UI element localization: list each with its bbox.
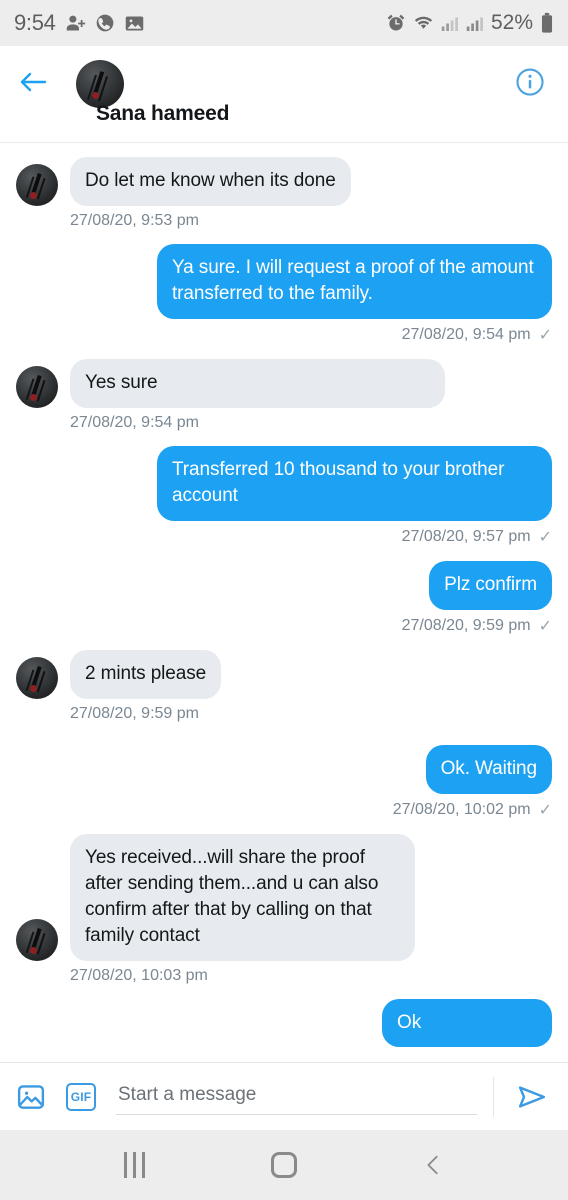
message-row-outgoing-partial: Ok	[16, 999, 552, 1047]
message-bubble[interactable]: Transferred 10 thousand to your brother …	[157, 446, 552, 521]
avatar[interactable]	[16, 657, 58, 699]
message-thread[interactable]: Do let me know when its done 27/08/20, 9…	[0, 143, 568, 1062]
avatar[interactable]	[16, 919, 58, 961]
conversation-info-button[interactable]	[510, 60, 550, 104]
delivery-check-icon: ✓	[538, 327, 552, 344]
timestamp-text: 27/08/20, 9:54 pm	[70, 414, 199, 431]
avatar-accent	[91, 91, 99, 99]
message-bubble[interactable]: Ok	[382, 999, 552, 1047]
composer-divider	[493, 1076, 494, 1117]
message-bubble[interactable]: Do let me know when its done	[70, 157, 351, 206]
avatar-image	[16, 164, 58, 206]
message-timestamp: 27/08/20, 9:59 pm ✓	[16, 616, 552, 636]
message-row-outgoing: Plz confirm	[16, 561, 552, 610]
message-row-incoming: Yes received...will share the proof afte…	[16, 834, 552, 961]
phone-screen: 9:54 52% Sana hameed Do let me know when…	[0, 0, 568, 1200]
message-row-incoming: Do let me know when its done	[16, 157, 552, 206]
message-timestamp: 27/08/20, 9:54 pm	[70, 414, 552, 432]
avatar-accent	[29, 684, 37, 692]
conversation-header: Sana hameed	[0, 46, 568, 143]
send-icon	[518, 1085, 546, 1108]
avatar-accent	[29, 191, 37, 199]
signal-icon	[441, 14, 459, 33]
add-contact-icon	[65, 13, 86, 34]
header-avatar[interactable]	[76, 60, 124, 108]
timestamp-text: 27/08/20, 9:57 pm	[401, 528, 531, 545]
nav-back-button[interactable]	[405, 1137, 461, 1193]
back-arrow-icon	[20, 72, 47, 92]
message-timestamp: 27/08/20, 9:57 pm ✓	[16, 527, 552, 547]
avatar-image	[16, 366, 58, 408]
timestamp-text: 27/08/20, 9:59 pm	[70, 705, 199, 722]
recents-button[interactable]	[107, 1137, 163, 1193]
status-bar-left: 9:54	[14, 10, 145, 36]
avatar-image	[16, 657, 58, 699]
message-composer: GIF	[0, 1062, 568, 1130]
phone-clock-icon	[95, 13, 115, 33]
message-row-outgoing: Ok. Waiting	[16, 745, 552, 794]
photo-icon	[17, 1084, 45, 1109]
message-bubble[interactable]: Ok. Waiting	[425, 745, 552, 794]
signal-icon	[466, 14, 484, 33]
delivery-check-icon: ✓	[538, 529, 552, 546]
timestamp-text: 27/08/20, 10:03 pm	[70, 967, 208, 984]
timestamp-text: 27/08/20, 9:59 pm	[401, 617, 531, 634]
status-time: 9:54	[14, 10, 56, 35]
message-bubble[interactable]: Yes received...will share the proof afte…	[70, 834, 415, 961]
battery-percent: 52%	[490, 11, 533, 34]
add-photo-button[interactable]	[14, 1080, 48, 1114]
message-timestamp: 27/08/20, 9:53 pm	[70, 212, 552, 230]
avatar-image	[76, 60, 124, 108]
recents-icon	[124, 1152, 146, 1178]
delivery-check-icon: ✓	[538, 802, 552, 819]
avatar-accent	[29, 393, 37, 401]
avatar-image	[16, 919, 58, 961]
message-row-incoming: 2 mints please	[16, 650, 552, 699]
message-bubble[interactable]: Ya sure. I will request a proof of the a…	[157, 244, 552, 319]
wifi-icon	[413, 13, 434, 33]
avatar[interactable]	[16, 164, 58, 206]
message-row-incoming: Yes sure	[16, 359, 552, 408]
contact-name: Sana hameed	[96, 102, 230, 125]
avatar-accent	[29, 946, 37, 954]
status-bar: 9:54 52%	[0, 0, 568, 46]
timestamp-text: 27/08/20, 9:54 pm	[401, 326, 531, 343]
timestamp-text: 27/08/20, 10:02 pm	[392, 801, 531, 818]
message-bubble[interactable]: 2 mints please	[70, 650, 222, 699]
image-icon	[124, 13, 145, 34]
message-input[interactable]	[116, 1078, 477, 1115]
message-row-outgoing: Ya sure. I will request a proof of the a…	[16, 244, 552, 319]
info-icon	[516, 68, 544, 96]
alarm-icon	[386, 13, 406, 33]
message-timestamp: 27/08/20, 9:54 pm ✓	[16, 325, 552, 345]
message-bubble[interactable]: Plz confirm	[429, 561, 552, 610]
chevron-left-icon	[427, 1155, 438, 1175]
gif-button[interactable]: GIF	[64, 1080, 98, 1114]
timestamp-text: 27/08/20, 9:53 pm	[70, 212, 199, 229]
message-timestamp: 27/08/20, 10:03 pm	[70, 967, 552, 985]
message-row-outgoing: Transferred 10 thousand to your brother …	[16, 446, 552, 521]
back-button[interactable]	[18, 60, 62, 104]
message-bubble[interactable]: Yes sure	[70, 359, 445, 408]
send-button[interactable]	[510, 1082, 554, 1112]
delivery-check-icon: ✓	[538, 618, 552, 635]
status-bar-right: 52%	[386, 11, 554, 35]
gif-label: GIF	[66, 1082, 96, 1111]
message-timestamp: 27/08/20, 9:59 pm	[70, 705, 552, 723]
home-button[interactable]	[256, 1137, 312, 1193]
message-timestamp: 27/08/20, 10:02 pm ✓	[16, 800, 552, 820]
avatar[interactable]	[16, 366, 58, 408]
android-nav-bar	[0, 1130, 568, 1200]
battery-icon	[540, 12, 554, 34]
home-icon	[270, 1152, 297, 1178]
